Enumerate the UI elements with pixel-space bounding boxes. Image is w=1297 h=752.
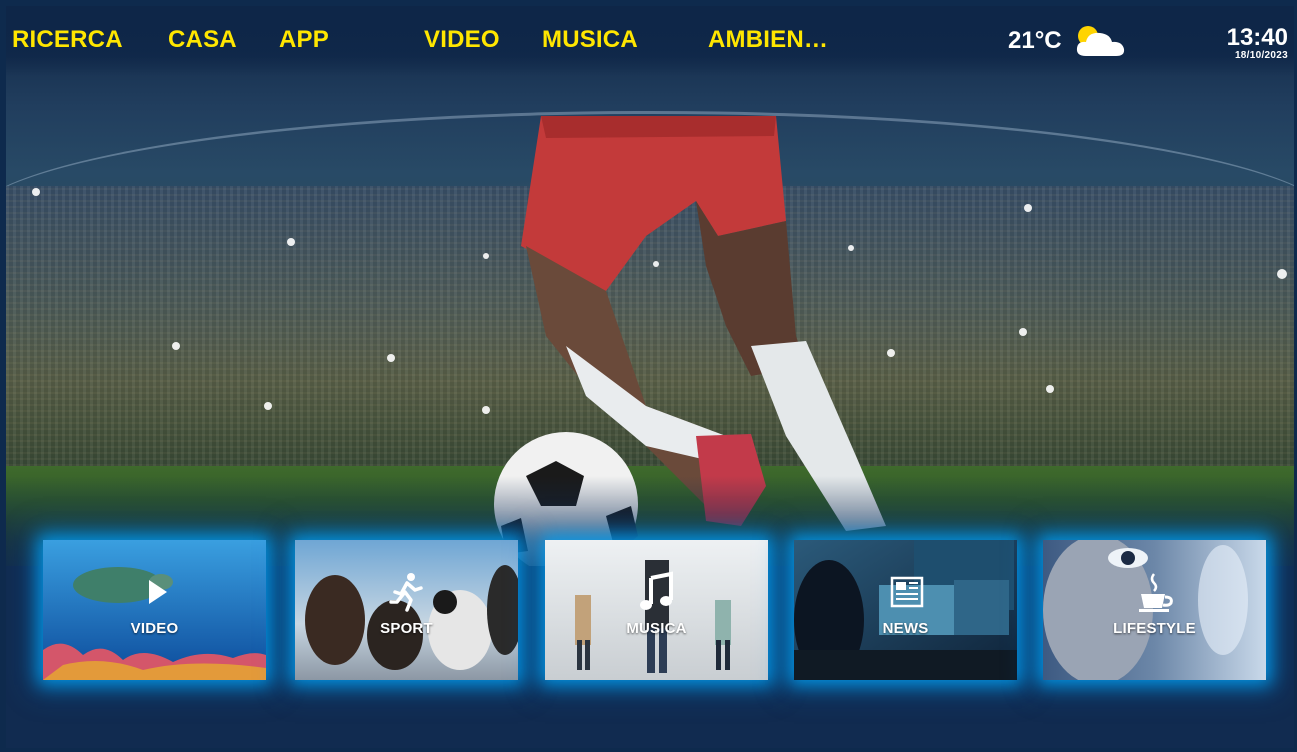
tile-lifestyle-label: LIFESTYLE <box>1113 620 1196 637</box>
tile-musica[interactable]: MUSICA <box>545 540 768 680</box>
tile-musica-label: MUSICA <box>626 620 687 637</box>
partly-cloudy-icon <box>1076 26 1124 56</box>
newspaper-icon <box>890 576 923 608</box>
clock: 13:40 18/10/2023 <box>1226 24 1288 62</box>
music-note-icon <box>639 571 673 610</box>
tv-home-screen: RICERCA CASA APP VIDEO MUSICA AMBIEN… 21… <box>6 6 1294 748</box>
clock-time: 13:40 <box>1226 24 1288 51</box>
tile-news[interactable]: NEWS <box>794 540 1017 680</box>
hero-background <box>6 6 1294 586</box>
nav-item-musica[interactable]: MUSICA <box>542 26 638 54</box>
top-navigation-bar: RICERCA CASA APP VIDEO MUSICA AMBIEN… 21… <box>6 6 1294 76</box>
temperature: 21°C <box>1008 27 1062 54</box>
tile-lifestyle[interactable]: LIFESTYLE <box>1043 540 1266 680</box>
nav-item-casa[interactable]: CASA <box>168 26 237 54</box>
play-icon <box>148 580 167 604</box>
tile-sport-label: SPORT <box>380 620 433 637</box>
clock-date: 18/10/2023 <box>1234 50 1288 61</box>
tile-video[interactable]: VIDEO <box>43 540 266 680</box>
nav-item-video[interactable]: VIDEO <box>424 26 500 54</box>
tile-news-label: NEWS <box>882 620 929 637</box>
coffee-cup-icon <box>1138 573 1173 612</box>
tile-sport[interactable]: SPORT <box>295 540 518 680</box>
tile-video-label: VIDEO <box>130 620 179 637</box>
nav-item-ambiente[interactable]: AMBIEN… <box>708 26 828 54</box>
nav-item-ricerca[interactable]: RICERCA <box>12 26 123 54</box>
running-person-icon <box>388 573 423 612</box>
nav-item-app[interactable]: APP <box>279 26 329 54</box>
weather-widget: 21°C <box>1008 24 1128 58</box>
